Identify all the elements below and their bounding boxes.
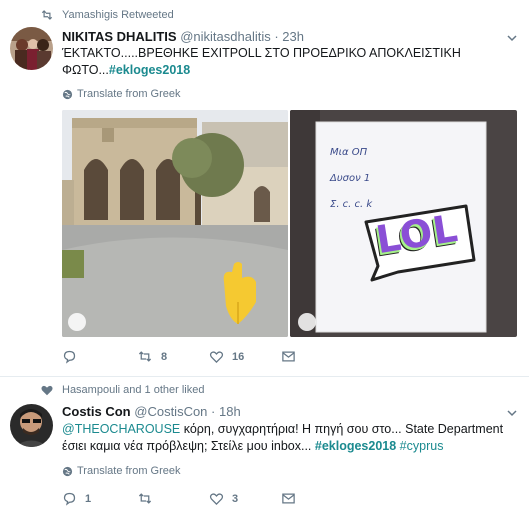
gif-indicator-icon [68,313,86,331]
translate-link[interactable]: Translate from Greek [62,465,181,477]
translate-link[interactable]: Translate from Greek [62,88,181,100]
tweet-header: NIKITAS DHALITIS @nikitasdhalitis · 23h [62,29,304,44]
context-label: Yamashigis Retweeted [62,9,174,21]
tweet-card[interactable]: Hasampouli and 1 other liked Costis Con … [0,378,529,515]
tweet-photo-1[interactable] [62,110,288,337]
heart-icon [209,493,224,506]
mention-link[interactable]: @THEOCHAROUSE [62,422,180,436]
retweet-icon [41,10,53,20]
user-handle[interactable]: @nikitasdhalitis [180,29,271,44]
hashtag-link[interactable]: #ekloges2018 [315,439,396,453]
avatar[interactable] [10,404,53,447]
envelope-icon [282,351,295,362]
tweet-time[interactable]: · 18h [211,404,241,419]
hashtag-link[interactable]: #cyprus [400,439,444,453]
tweet-card[interactable]: Yamashigis Retweeted NIKITAS DHALITIS @n… [0,0,529,377]
like-button[interactable]: 16 [209,349,244,364]
retweet-context[interactable]: Yamashigis Retweeted [40,8,240,22]
chevron-down-icon[interactable] [506,32,518,44]
like-count: 16 [232,350,245,363]
tweet-header: Costis Con @CostisCon · 18h [62,404,241,419]
translate-label: Translate from Greek [77,88,181,100]
hashtag-link[interactable]: #ekloges2018 [109,63,190,77]
lol-sticker: LOL [358,200,478,282]
display-name[interactable]: Costis Con [62,404,131,419]
heart-filled-icon [41,385,53,396]
retweet-count: 8 [161,350,168,363]
envelope-icon [282,493,295,504]
tweet-text-part1: κόρη, συγχαρητήρια! Η πηγή σου στο... St… [180,422,504,436]
context-label: Hasampouli and 1 other liked [62,384,205,396]
tweet-text-line2: ΦΩΤΟ... [62,63,109,77]
user-handle[interactable]: @CostisCon [134,404,207,419]
gif-indicator-icon [298,313,316,331]
globe-icon [62,466,73,476]
chevron-down-icon[interactable] [506,407,518,419]
tweet-text-part2: έσιει καμια νέα πρόβλεψη; Στείλε μου inb… [62,439,315,453]
tweet-text: @THEOCHAROUSE κόρη, συγχαρητήρια! Η πηγή… [62,421,512,455]
retweet-icon [138,493,152,504]
reply-count: 1 [85,492,92,505]
reply-button[interactable] [62,349,85,364]
direct-message-button[interactable] [281,491,304,506]
paper-line-2: Δυσον 1 [330,173,371,184]
like-button[interactable]: 3 [209,491,238,506]
retweet-button[interactable] [137,491,161,506]
translate-label: Translate from Greek [77,465,181,477]
paper-line-1: Μια ΟΠ [330,147,368,158]
like-context[interactable]: Hasampouli and 1 other liked [40,383,260,397]
retweet-button[interactable]: 8 [137,349,167,364]
tweet-text-line1: ΈΚΤΑΚΤΟ.....ΒΡΕΘΗΚΕ EXITPOLL ΣΤΟ ΠΡΟΕΔΡΙ… [62,46,461,60]
reply-button[interactable]: 1 [62,491,91,506]
tweet-text: ΈΚΤΑΚΤΟ.....ΒΡΕΘΗΚΕ EXITPOLL ΣΤΟ ΠΡΟΕΔΡΙ… [62,45,502,79]
like-count: 3 [232,492,239,505]
heart-icon [209,351,224,364]
tweet-photo-2[interactable]: Μια ΟΠ Δυσον 1 Σ. c. c. k LOL [290,110,517,337]
avatar[interactable] [10,27,53,70]
globe-icon [62,89,73,99]
reply-icon [63,492,76,506]
display-name[interactable]: NIKITAS DHALITIS [62,29,177,44]
retweet-icon [138,351,152,362]
reply-icon [63,350,76,364]
direct-message-button[interactable] [281,349,304,364]
tweet-time[interactable]: · 23h [274,29,304,44]
